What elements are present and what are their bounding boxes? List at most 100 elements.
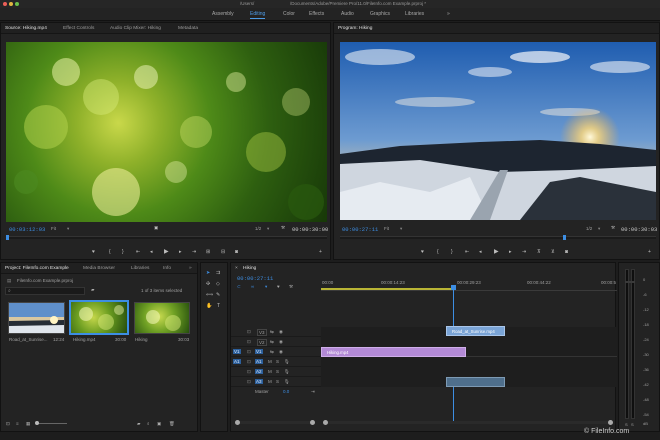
program-add-marker-icon[interactable]: ♥ xyxy=(421,249,424,255)
type-tool-icon[interactable]: T xyxy=(217,303,220,309)
timeline-settings-wrench-icon[interactable]: ⚒ xyxy=(289,284,293,290)
new-item-icon[interactable]: ▣ xyxy=(157,421,161,427)
track-eye-icon[interactable]: ◉ xyxy=(279,329,283,335)
source-insert-icon[interactable]: ⊞ xyxy=(206,249,210,255)
clip-road-at-sunrise[interactable]: Road_at_Sunrise.mp4 xyxy=(446,326,505,336)
track-label[interactable]: V3 xyxy=(257,329,267,336)
workspace-color[interactable]: Color xyxy=(283,11,295,17)
track-lock-icon[interactable]: ⊡ xyxy=(247,369,251,375)
meter-solo-right[interactable]: S xyxy=(631,422,634,427)
thumbnail-zoom-slider[interactable] xyxy=(37,423,67,424)
mute-icon[interactable]: M xyxy=(268,379,272,384)
meter-solo-left[interactable]: S xyxy=(625,422,628,427)
program-settings-wrench-icon[interactable]: ⚒ xyxy=(611,225,615,231)
track-label[interactable]: V2 xyxy=(257,339,267,346)
timeline-zoom-scrollbar[interactable] xyxy=(235,420,315,425)
source-play-icon[interactable]: ▶ xyxy=(164,248,169,255)
clip-hiking-v1[interactable]: Hiking.mp4 xyxy=(321,347,466,357)
source-mark-out-icon[interactable]: } xyxy=(122,249,124,255)
source-go-to-in-icon[interactable]: ⇤ xyxy=(136,249,140,255)
new-bin-icon[interactable]: ▰ xyxy=(137,421,140,427)
track-select-tool-icon[interactable]: ⇉ xyxy=(216,270,220,276)
track-sync-icon[interactable]: ⇆ xyxy=(270,329,274,335)
tab-audio-clip-mixer[interactable]: Audio Clip Mixer: Hiking xyxy=(110,26,161,31)
program-fit-chevron-icon[interactable]: ▾ xyxy=(400,226,402,232)
source-insert-marker-icon[interactable]: ▣ xyxy=(154,225,158,231)
minimize-window-icon[interactable] xyxy=(9,2,13,6)
track-lock-icon[interactable]: ⊡ xyxy=(247,339,251,345)
workspace-libraries[interactable]: Libraries xyxy=(405,11,424,17)
selection-tool-icon[interactable]: ➤ xyxy=(206,270,210,276)
track-lock-icon[interactable]: ⊡ xyxy=(247,349,251,355)
track-label[interactable]: V1 xyxy=(255,349,263,354)
find-icon[interactable]: ⌕ xyxy=(147,421,150,426)
project-item-name[interactable]: Hiking xyxy=(135,337,148,342)
voiceover-mic-icon[interactable]: 🎙 xyxy=(284,369,290,375)
program-go-to-out-icon[interactable]: ⇥ xyxy=(522,249,526,255)
source-step-forward-icon[interactable]: ▸ xyxy=(179,249,182,255)
track-sync-icon[interactable]: ⇆ xyxy=(270,349,274,355)
voiceover-mic-icon[interactable]: 🎙 xyxy=(284,359,290,365)
program-extract-icon[interactable]: ⊻ xyxy=(551,249,555,255)
clip-road-audio-a3[interactable] xyxy=(446,377,505,387)
project-item-name[interactable]: Road_at_Sunrise... xyxy=(9,337,48,342)
tab-project[interactable]: Project: FileInfo.com Example xyxy=(5,266,69,271)
thumbnail-hiking-mp4[interactable] xyxy=(69,300,129,335)
source-overwrite-icon[interactable]: ⊟ xyxy=(221,249,225,255)
source-timeline-scrubber[interactable] xyxy=(6,236,327,239)
mute-icon[interactable]: M xyxy=(268,359,272,364)
program-fit-select[interactable]: Fit xyxy=(384,226,389,231)
project-tabs-overflow-icon[interactable]: » xyxy=(189,266,192,271)
thumbnail-hiking-sequence[interactable] xyxy=(134,302,190,334)
mute-icon[interactable]: M xyxy=(268,369,272,374)
project-item-name[interactable]: Hiking.mp4 xyxy=(73,337,96,342)
hscroll-handle-left[interactable] xyxy=(323,420,328,425)
tab-metadata[interactable]: Metadata xyxy=(178,26,198,31)
tab-media-browser[interactable]: Media Browser xyxy=(83,266,115,271)
tab-libraries[interactable]: Libraries xyxy=(131,266,149,271)
new-bin-folder-icon[interactable]: ▰ xyxy=(91,287,94,293)
program-step-back-icon[interactable]: ◂ xyxy=(479,249,482,255)
timeline-close-icon[interactable]: × xyxy=(235,266,238,271)
program-timeline-scrubber[interactable] xyxy=(340,236,656,239)
hand-tool-icon[interactable]: ✋ xyxy=(206,303,212,309)
program-mark-in-icon[interactable]: { xyxy=(437,249,439,255)
pen-tool-icon[interactable]: ✎ xyxy=(216,292,220,298)
program-resolution-select[interactable]: 1/2 xyxy=(586,226,592,231)
zoom-window-icon[interactable] xyxy=(15,2,19,6)
tab-source[interactable]: Source: Hiking.mp4 xyxy=(5,26,47,31)
program-mark-out-icon[interactable]: } xyxy=(451,249,453,255)
timeline-timecode[interactable]: 00:00:27:11 xyxy=(237,275,273,282)
program-step-forward-icon[interactable]: ▸ xyxy=(509,249,512,255)
tab-effect-controls[interactable]: Effect Controls xyxy=(63,26,94,31)
track-sync-icon[interactable]: ⇆ xyxy=(270,339,274,345)
source-patch-a1[interactable]: A1 xyxy=(233,359,241,364)
track-eye-icon[interactable]: ◉ xyxy=(279,349,283,355)
source-timecode[interactable]: 00:03:12:03 xyxy=(9,226,45,233)
source-playhead[interactable] xyxy=(6,235,9,240)
source-step-back-icon[interactable]: ◂ xyxy=(150,249,153,255)
track-lock-icon[interactable]: ⊡ xyxy=(247,359,251,365)
tab-info[interactable]: Info xyxy=(163,266,171,271)
solo-icon[interactable]: S xyxy=(276,359,279,364)
razor-tool-icon[interactable]: ◇ xyxy=(216,281,220,287)
workspace-assembly[interactable]: Assembly xyxy=(212,11,234,17)
hscroll-handle-right[interactable] xyxy=(608,420,613,425)
track-label[interactable]: A1 xyxy=(255,359,263,364)
list-view-icon[interactable]: ≡ xyxy=(16,421,19,426)
program-timecode[interactable]: 00:00:27:11 xyxy=(342,226,378,233)
program-go-to-in-icon[interactable]: ⇤ xyxy=(465,249,469,255)
source-resolution-chevron-icon[interactable]: ▾ xyxy=(267,226,269,232)
source-button-editor-icon[interactable]: + xyxy=(319,249,322,255)
snap-icon[interactable]: ⊂ xyxy=(237,284,241,290)
thumbnail-road-at-sunrise[interactable] xyxy=(8,302,65,334)
workspace-editing[interactable]: Editing xyxy=(250,11,266,19)
track-label[interactable]: A3 xyxy=(255,379,263,384)
program-export-frame-icon[interactable]: ◙ xyxy=(565,249,568,255)
source-mark-in-icon[interactable]: { xyxy=(109,249,111,255)
source-patch-v1[interactable]: V1 xyxy=(233,349,241,354)
workspace-graphics[interactable]: Graphics xyxy=(370,11,390,17)
zoom-handle-left[interactable] xyxy=(235,420,240,425)
solo-icon[interactable]: S xyxy=(276,369,279,374)
program-button-editor-icon[interactable]: + xyxy=(648,249,651,255)
